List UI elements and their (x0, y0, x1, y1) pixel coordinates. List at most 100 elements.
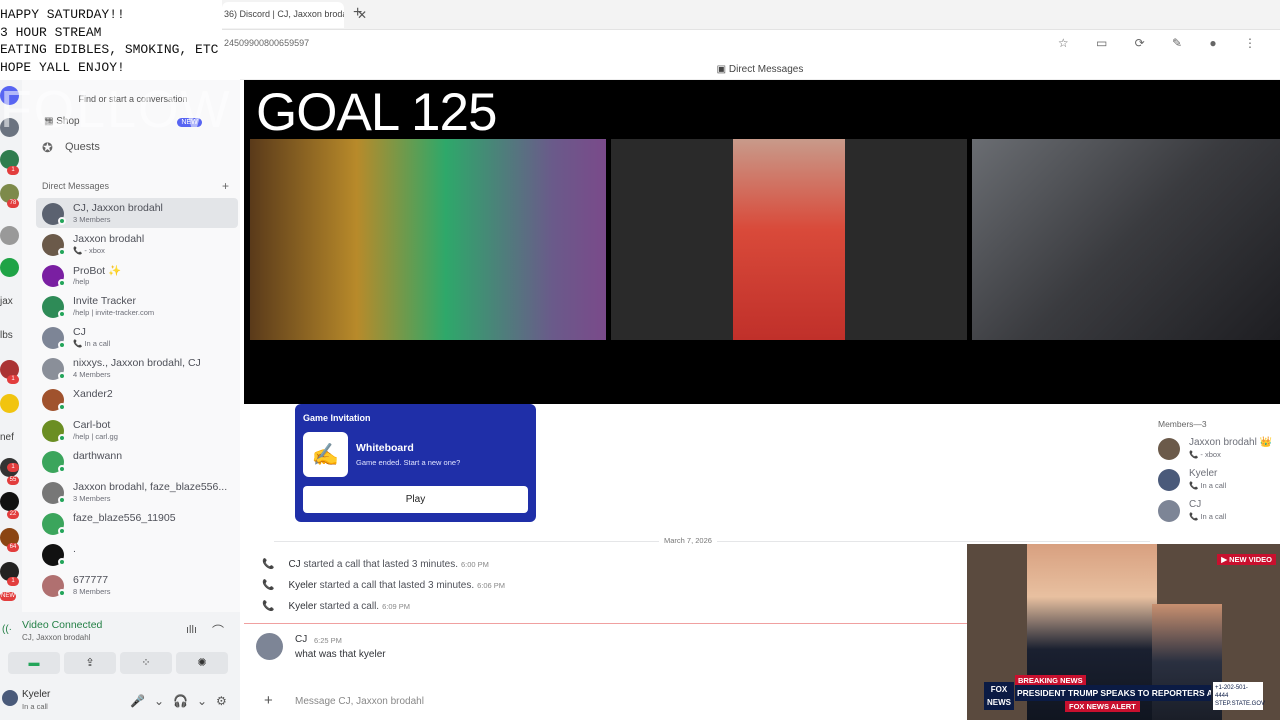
activities-button[interactable]: ⁘ (120, 652, 172, 674)
message-author[interactable]: CJ (295, 634, 307, 645)
server-rail: 1 78 jax lbs 1 nef 1 55 22 64 1 NEW (0, 80, 22, 620)
noise-suppression-icon[interactable]: ıllı (186, 624, 197, 636)
video-tile-cj[interactable] (611, 139, 967, 340)
camera-button[interactable]: ▬ (8, 652, 60, 674)
follow-overlay: FOLLOW (0, 81, 232, 139)
notification-badge: 1 (7, 463, 19, 472)
status-dot (58, 465, 66, 473)
dm-subtitle: 📞 - xbox (73, 246, 105, 255)
soundboard-button[interactable]: ✺ (176, 652, 228, 674)
notification-badge: 78 (7, 199, 19, 208)
video-tile-jaxxon[interactable] (250, 139, 606, 340)
dm-name: darthwann (73, 450, 123, 462)
dm-name: nixxys., Jaxxon brodahl, CJ (73, 357, 201, 369)
news-headline: PRESIDENT TRUMP SPEAKS TO REPORTERS ABOA… (1015, 685, 1211, 701)
game-invitation-card: Game Invitation ✍ Whiteboard Game ended.… (295, 404, 536, 522)
list-item[interactable]: faze_blaze556_11905 (36, 508, 238, 538)
phone-icon: 📞 (262, 580, 275, 591)
list-item[interactable]: Jaxxon brodahl, faze_blaze556... 3 Member… (36, 477, 238, 507)
user-controls[interactable]: 🎤⌄🎧⌄⚙ (130, 694, 236, 708)
call-log-item: 📞 CJ started a call that lasted 3 minutes… (262, 559, 489, 570)
status-dot (58, 558, 66, 566)
list-item[interactable]: darthwann (36, 446, 238, 476)
list-item[interactable]: . (36, 539, 238, 569)
member-item[interactable]: Jaxxon brodahl 👑 📞 - xbox (1158, 436, 1278, 464)
notification-badge: 55 (7, 476, 19, 485)
avatar[interactable] (2, 690, 18, 706)
avatar (1158, 469, 1180, 491)
call-text: started a call. (316, 601, 380, 612)
member-status: 📞 In a call (1189, 512, 1227, 521)
status-dot (58, 589, 66, 597)
list-item[interactable]: Jaxxon brodahl 📞 - xbox (36, 229, 238, 259)
invite-title: Game Invitation (303, 413, 371, 423)
member-item[interactable]: CJ 📞 In a call (1158, 498, 1278, 526)
call-author[interactable]: Kyeler (288, 580, 316, 591)
address-bar[interactable]: 24509900800659597 ☆ ▭ ⟳ ✎ ● ⋮ (222, 30, 1280, 56)
dm-subtitle: 📞 In a call (73, 339, 111, 348)
message-input[interactable]: Message CJ, Jaxxon brodahl (295, 696, 424, 707)
status-dot (58, 341, 66, 349)
call-text: started a call that lasted 3 minutes. (300, 559, 458, 570)
server-icon[interactable] (0, 226, 19, 245)
list-item[interactable]: 677777 8 Members (36, 570, 238, 600)
game-name: Whiteboard (356, 442, 414, 454)
news-video-overlay: ▶ NEW VIDEO FOX NEWS BREAKING NEWS PRESI… (967, 544, 1280, 720)
new-messages-line (244, 623, 968, 624)
phone-icon: 📞 (262, 601, 275, 612)
notification-badge: 1 (7, 577, 19, 586)
message-text: what was that kyeler (295, 649, 386, 660)
status-dot (58, 310, 66, 318)
dm-name: Jaxxon brodahl, faze_blaze556... (73, 481, 228, 493)
call-author[interactable]: CJ (288, 559, 300, 570)
list-item[interactable]: ProBot ✨/help (36, 260, 238, 290)
member-item[interactable]: Kyeler 📞 In a call (1158, 467, 1278, 495)
video-tile-kyeler[interactable] (972, 139, 1280, 340)
dm-name: ProBot ✨ (73, 265, 122, 277)
news-alert: FOX NEWS ALERT (1065, 701, 1140, 712)
list-item[interactable]: Carl-bot/help | carl.gg (36, 415, 238, 445)
browser-toolbar-icons[interactable]: ☆ ▭ ⟳ ✎ ● ⋮ (1058, 36, 1268, 50)
disconnect-icon[interactable]: ⌒ (212, 622, 224, 639)
dm-name: CJ (73, 326, 86, 338)
date-divider-line (274, 541, 1164, 542)
server-label[interactable]: lbs (0, 330, 13, 341)
voice-panel: ((· Video Connected CJ, Jaxxon brodahl ı… (0, 612, 240, 720)
phone-icon: 📞 (262, 559, 275, 570)
server-icon[interactable] (0, 492, 19, 511)
call-author[interactable]: Kyeler (288, 601, 316, 612)
news-figure (1152, 604, 1222, 720)
screen-share-button[interactable]: ⇪ (64, 652, 116, 674)
news-ticker: +1-202-501-4444 STEP.STATE.GOV (1213, 682, 1265, 710)
list-item[interactable]: nixxys., Jaxxon brodahl, CJ 4 Members (36, 353, 238, 383)
status-dot (58, 496, 66, 504)
server-label[interactable]: nef (0, 432, 14, 443)
new-video-tag: ▶ NEW VIDEO (1217, 554, 1276, 565)
list-item[interactable]: Invite Tracker/help | invite-tracker.com (36, 291, 238, 321)
voice-status[interactable]: Video Connected (22, 619, 102, 631)
url-text[interactable]: 24509900800659597 (224, 38, 309, 48)
server-icon[interactable] (0, 258, 19, 277)
member-name: Jaxxon brodahl 👑 (1189, 437, 1273, 448)
new-tab-button[interactable]: + (353, 4, 362, 22)
dm-name: Jaxxon brodahl (73, 233, 145, 245)
list-item[interactable]: Xander2 (36, 384, 238, 414)
create-dm-button[interactable]: + (222, 179, 229, 193)
sidebar-item-quests[interactable]: Quests (65, 141, 100, 153)
server-icon[interactable] (0, 394, 19, 413)
play-button[interactable]: Play (303, 486, 528, 513)
server-label[interactable]: jax (0, 296, 13, 307)
dm-subtitle: /help | carl.gg (73, 432, 118, 441)
browser-tab[interactable]: 36) Discord | CJ, Jaxxon brodahl (222, 2, 344, 28)
avatar[interactable] (256, 633, 283, 660)
avatar (1158, 500, 1180, 522)
browser-tab-bar: 36) Discord | CJ, Jaxxon brodahl ✕ + (222, 0, 1280, 30)
user-name[interactable]: Kyeler (22, 689, 50, 700)
list-item[interactable]: CJ, Jaxxon brodahl 3 Members (36, 198, 238, 228)
list-item[interactable]: CJ 📞 In a call (36, 322, 238, 352)
attach-button[interactable]: + (264, 692, 273, 709)
call-log-item: 📞 Kyeler started a call that lasted 3 min… (262, 580, 505, 591)
status-dot (58, 372, 66, 380)
avatar (1158, 438, 1180, 460)
dm-section-label: Direct Messages (42, 181, 110, 191)
